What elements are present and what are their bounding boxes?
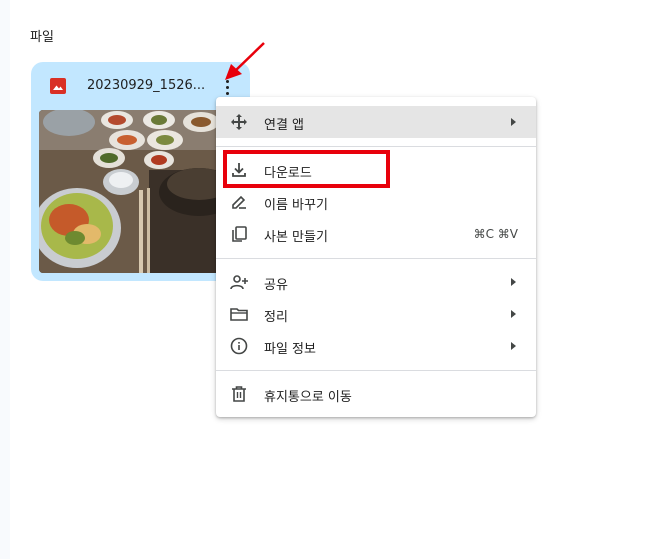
rename-icon [232,195,246,209]
menu-item-label: 사본 만들기 [264,230,328,245]
file-name: 20230929_1526... [87,78,206,93]
sidebar-edge [0,0,10,559]
menu-item-make-copy[interactable]: 사본 만들기 ⌘C ⌘V [216,218,536,250]
menu-item-open-with[interactable]: 연결 앱 [216,106,536,138]
menu-item-shortcut: ⌘C ⌘V [473,227,518,241]
folder-icon [230,308,248,321]
submenu-arrow-icon [511,278,516,286]
menu-item-label: 이름 바꾸기 [264,198,328,213]
menu-item-label: 파일 정보 [264,342,316,357]
image-icon [50,78,66,94]
open-with-icon [231,114,247,130]
info-icon [230,337,248,355]
menu-divider [216,146,536,147]
menu-item-label: 연결 앱 [264,118,305,133]
menu-divider [216,258,536,259]
submenu-arrow-icon [511,342,516,350]
menu-item-organize[interactable]: 정리 [216,298,536,330]
submenu-arrow-icon [511,310,516,318]
menu-item-label: 휴지통으로 이동 [264,390,352,405]
menu-divider [216,370,536,371]
menu-item-label: 공유 [264,278,288,293]
menu-item-file-info[interactable]: 파일 정보 [216,330,536,362]
context-menu: 연결 앱 다운로드 이름 바꾸기 사본 만들기 ⌘C ⌘V 공유 정리 파일 정… [216,97,536,417]
menu-item-label: 정리 [264,310,288,325]
trash-icon [232,386,246,402]
file-thumbnail[interactable] [39,110,242,273]
share-icon [230,275,248,290]
menu-item-share[interactable]: 공유 [216,266,536,298]
annotation-arrow [225,42,265,80]
menu-item-rename[interactable]: 이름 바꾸기 [216,186,536,218]
annotation-highlight-box [223,150,390,188]
submenu-arrow-icon [511,118,516,126]
section-title: 파일 [30,30,54,45]
copy-icon [232,226,247,242]
menu-item-move-to-trash[interactable]: 휴지통으로 이동 [216,378,536,410]
